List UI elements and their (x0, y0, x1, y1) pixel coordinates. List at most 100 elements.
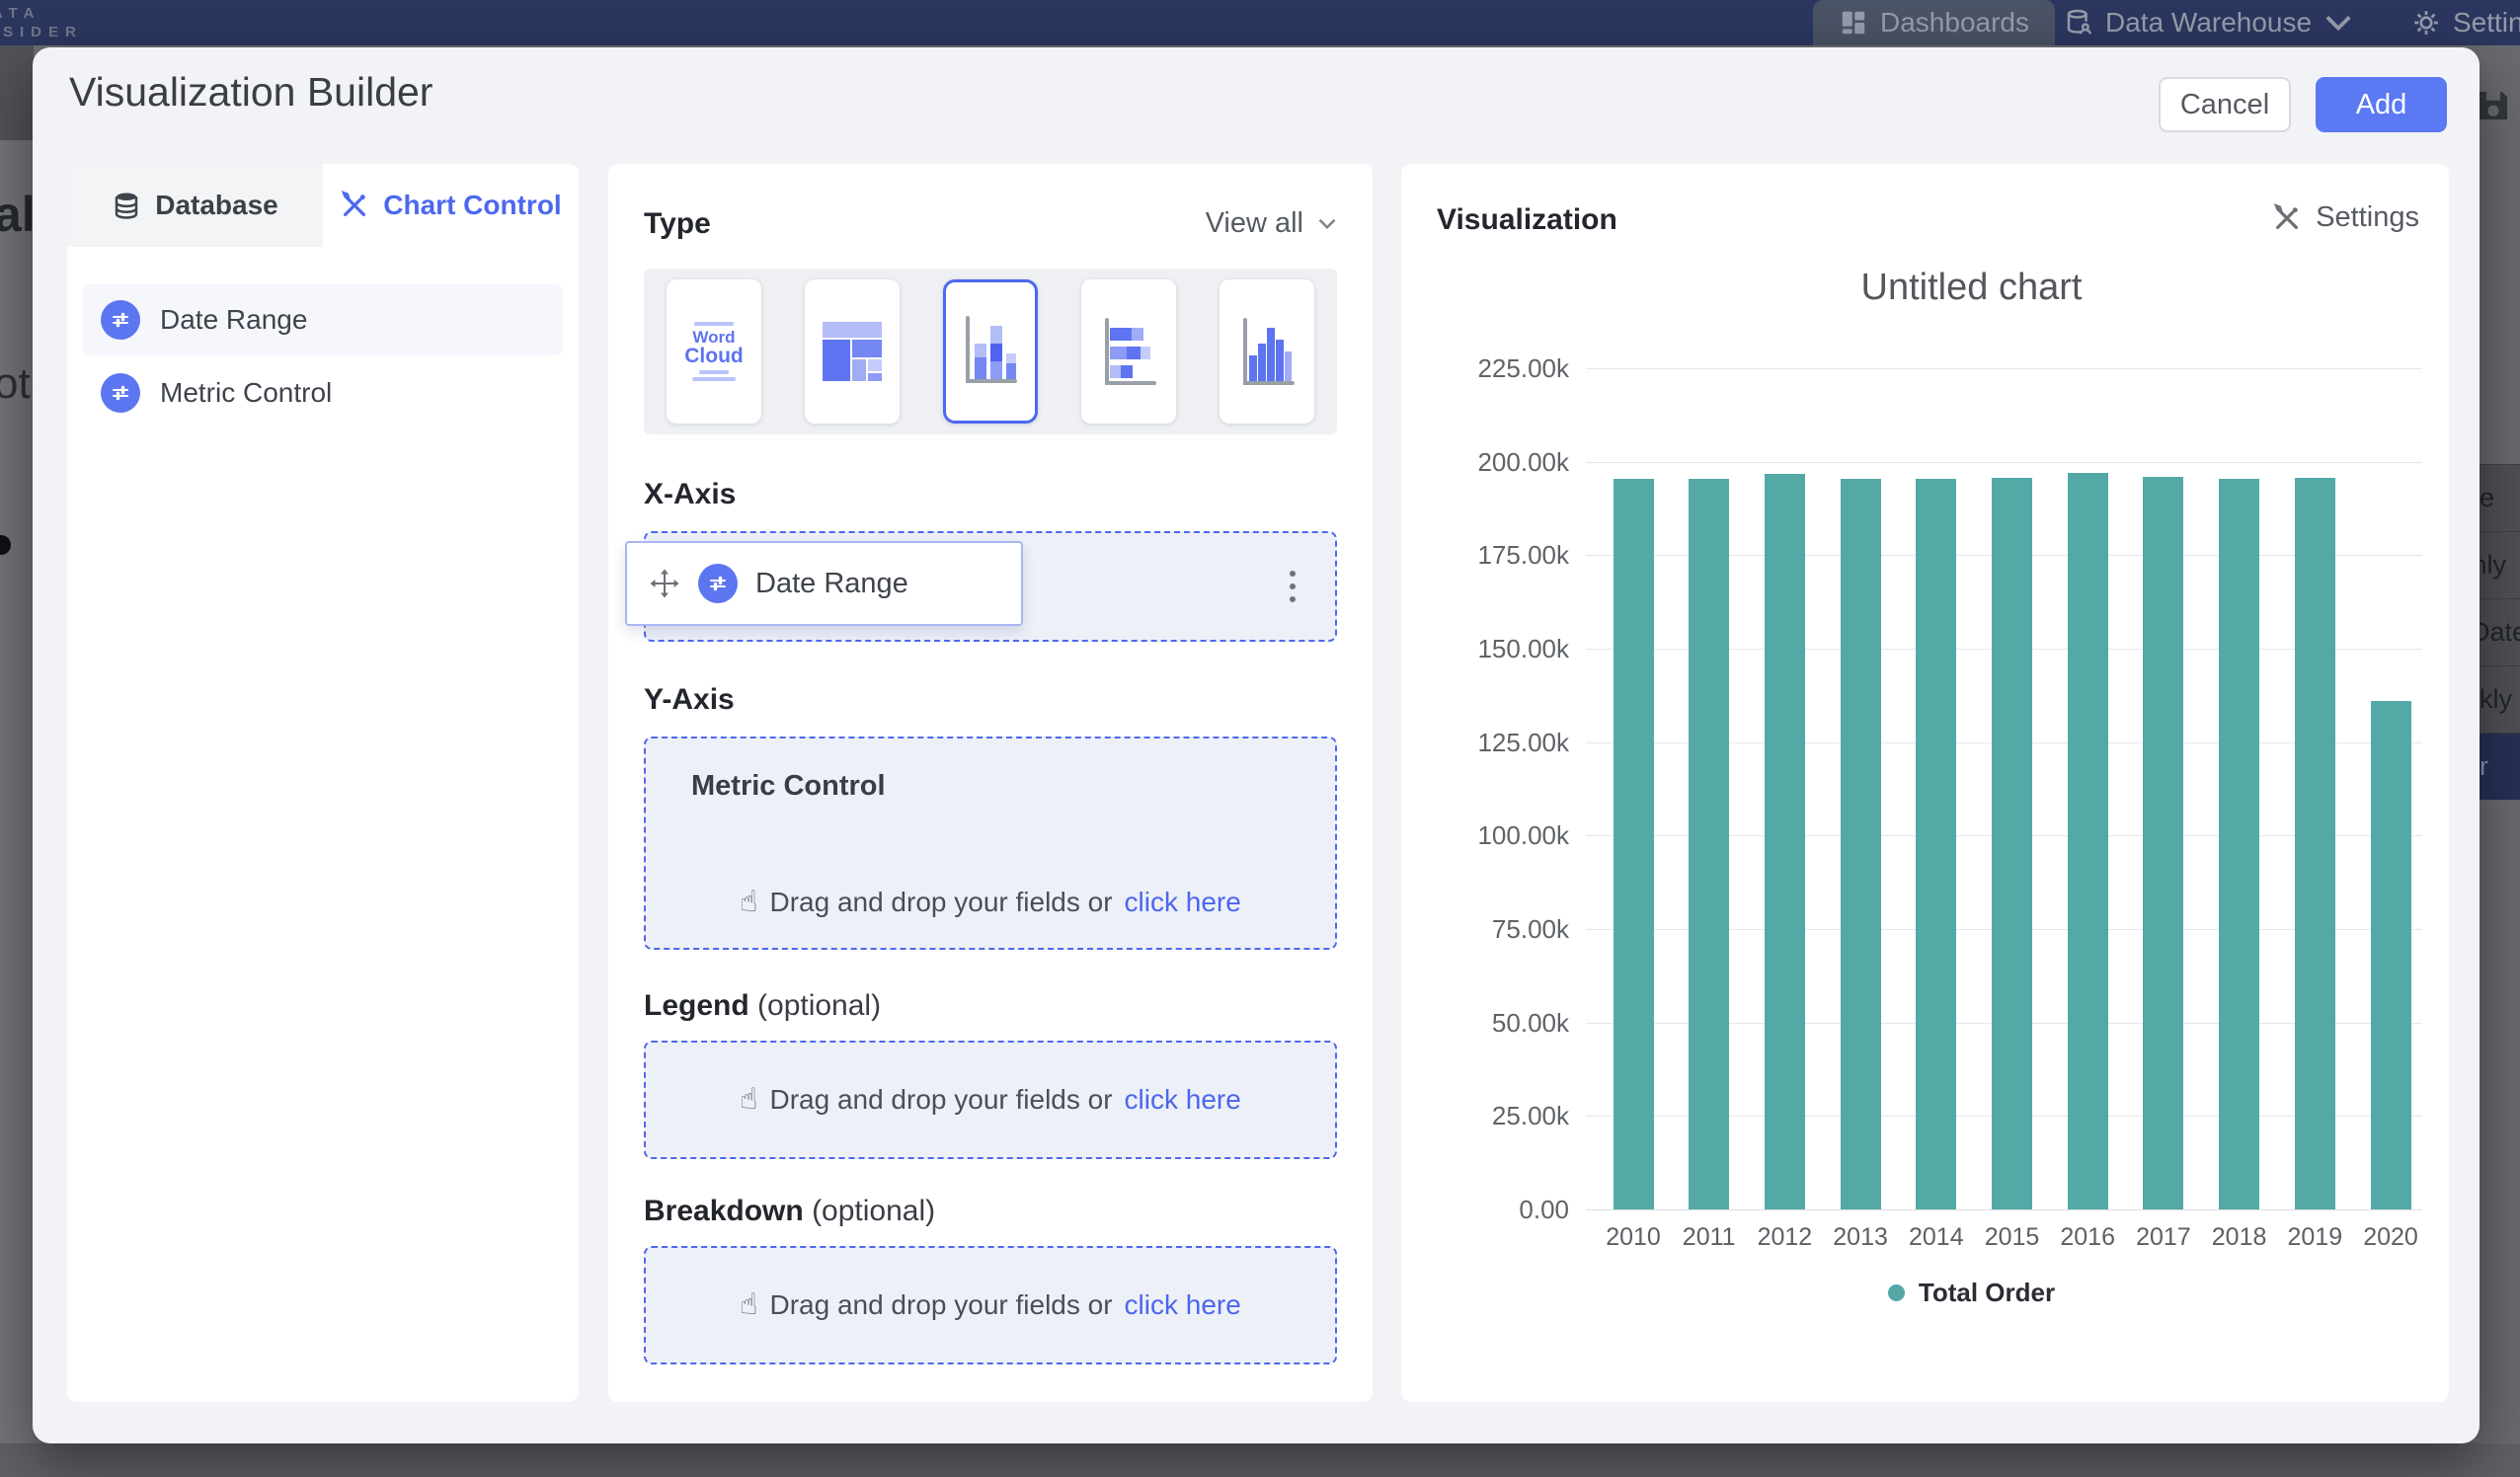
y-gridline (1586, 1209, 2422, 1210)
chart-bar (1689, 479, 1729, 1209)
y-axis-tick-label: 125.00k (1431, 728, 1569, 758)
drop-text: Drag and drop your fields or (769, 1289, 1112, 1321)
chart-bar (2143, 477, 2183, 1209)
fields-panel: Database Chart Control Date Range Metric… (67, 164, 579, 1402)
chart-bar (1841, 479, 1881, 1209)
chart-bar (1765, 474, 1805, 1209)
gear-icon (2411, 8, 2441, 38)
visualization-panel: Visualization Settings Untitled chart 22… (1401, 164, 2449, 1402)
tab-label: Chart Control (383, 190, 561, 221)
logo-line2: INSIDER (0, 23, 83, 41)
field-item-metric-control[interactable]: Metric Control (83, 357, 563, 428)
tap-hand-icon: ☝ (740, 1082, 757, 1117)
optional-label: (optional) (757, 989, 881, 1022)
cancel-button[interactable]: Cancel (2159, 77, 2291, 132)
word-cloud-thumbnail: Word Cloud (684, 319, 743, 385)
click-here-link[interactable]: click here (1125, 887, 1241, 918)
view-all-label: View all (1206, 207, 1303, 240)
chart-bar (1614, 479, 1654, 1209)
move-icon (649, 568, 680, 599)
drop-text: Drag and drop your fields or (769, 887, 1112, 918)
builder-panel: Type View all Word Cloud (608, 164, 1373, 1402)
y-axis-tick-label: 175.00k (1431, 540, 1569, 571)
tap-hand-icon: ☝ (740, 885, 757, 919)
control-field-icon (698, 564, 738, 603)
chart-bar (1992, 478, 2032, 1209)
chart-type-selector: Word Cloud (644, 269, 1337, 434)
nav-tab-settings: Settings (2411, 0, 2520, 45)
background-heading-fragment: al (0, 186, 36, 243)
optional-label: (optional) (812, 1195, 935, 1227)
chevron-down-icon (1317, 217, 1337, 230)
modal-title: Visualization Builder (69, 69, 433, 116)
field-item-date-range[interactable]: Date Range (83, 284, 563, 355)
chart-type-column[interactable] (1220, 279, 1314, 424)
add-button[interactable]: Add (2316, 77, 2447, 132)
y-axis-tick-label: 100.00k (1431, 820, 1569, 851)
nav-tab-dashboards: Dashboards (1813, 0, 2055, 45)
breakdown-dropzone[interactable]: ☝ Drag and drop your fields or click her… (644, 1246, 1337, 1364)
date-range-drag-chip[interactable]: Date Range (625, 541, 1023, 626)
chart-type-word-cloud[interactable]: Word Cloud (667, 279, 761, 424)
chart-bar (2068, 473, 2108, 1209)
x-axis-tick-label: 2020 (2346, 1223, 2435, 1252)
tab-database[interactable]: Database (67, 164, 323, 247)
y-axis-tick-label: 150.00k (1431, 634, 1569, 664)
legend-title: Legend (644, 989, 749, 1022)
field-label: Date Range (160, 304, 307, 336)
nav-tab-label: Settings (2453, 7, 2520, 39)
view-all-dropdown[interactable]: View all (1206, 207, 1337, 240)
database-icon (112, 191, 141, 220)
drop-placeholder: ☝ Drag and drop your fields or click her… (646, 1082, 1335, 1117)
chart-bar (2295, 478, 2335, 1209)
control-field-icon (101, 300, 140, 340)
y-axis-tick-label: 50.00k (1431, 1008, 1569, 1039)
field-label: Metric Control (160, 377, 332, 409)
drop-placeholder: ☝ Drag and drop your fields or click her… (646, 1287, 1335, 1322)
nav-tab-data-warehouse: Data Warehouse (2064, 0, 2353, 45)
chart-type-treemap[interactable] (805, 279, 900, 424)
visualization-builder-modal: Visualization Builder Cancel Add Databas… (33, 47, 2480, 1443)
y-axis-section-title: Y-Axis (644, 683, 735, 717)
app-logo: DATA INSIDER (0, 4, 83, 41)
breakdown-section-title: Breakdown (optional) (644, 1195, 935, 1228)
dashboards-icon (1839, 8, 1868, 38)
tools-icon (340, 191, 369, 220)
tap-hand-icon: ☝ (740, 1287, 757, 1322)
legend-label: Total Order (1919, 1278, 2055, 1308)
drop-text: Drag and drop your fields or (769, 1084, 1112, 1116)
y-axis-tick-label: 200.00k (1431, 447, 1569, 478)
chart-type-stacked-bar[interactable] (1081, 279, 1176, 424)
chart-bar (2219, 479, 2259, 1209)
column-chart-thumbnail (1235, 308, 1299, 395)
y-axis-zone-title: Metric Control (691, 770, 886, 803)
kebab-menu-icon[interactable] (1284, 565, 1301, 608)
type-section-title: Type (644, 207, 711, 241)
drop-placeholder: ☝ Drag and drop your fields or click her… (646, 885, 1335, 919)
stacked-bar-thumbnail (1097, 308, 1160, 395)
chart-plot: 225.00k200.00k175.00k150.00k125.00k100.0… (1401, 164, 2449, 1402)
data-warehouse-icon (2064, 8, 2093, 38)
legend-dropzone[interactable]: ☝ Drag and drop your fields or click her… (644, 1041, 1337, 1159)
background-left-strip: al ota (0, 45, 34, 1477)
click-here-link[interactable]: click here (1125, 1289, 1241, 1321)
y-gridline (1586, 368, 2422, 369)
background-dark-band (0, 45, 34, 140)
chart-type-stacked-column[interactable] (943, 279, 1038, 424)
control-field-icon (101, 373, 140, 413)
y-axis-dropzone[interactable]: Metric Control ☝ Drag and drop your fiel… (644, 737, 1337, 950)
y-gridline (1586, 462, 2422, 463)
legend-section-title: Legend (optional) (644, 989, 881, 1023)
chip-label: Date Range (755, 568, 908, 600)
chart-bar (1916, 479, 1956, 1209)
background-bullet-dot (0, 535, 11, 555)
top-nav-bar: DATA INSIDER Dashboards Data Warehouse S… (0, 0, 2520, 45)
y-axis-tick-label: 75.00k (1431, 914, 1569, 945)
chart-legend: Total Order (1553, 1278, 2390, 1308)
breakdown-title: Breakdown (644, 1195, 804, 1227)
tab-chart-control[interactable]: Chart Control (323, 164, 579, 247)
x-axis-section-title: X-Axis (644, 478, 736, 511)
y-axis-tick-label: 0.00 (1431, 1195, 1569, 1225)
background-bottom-strip (0, 1443, 2520, 1477)
click-here-link[interactable]: click here (1125, 1084, 1241, 1116)
